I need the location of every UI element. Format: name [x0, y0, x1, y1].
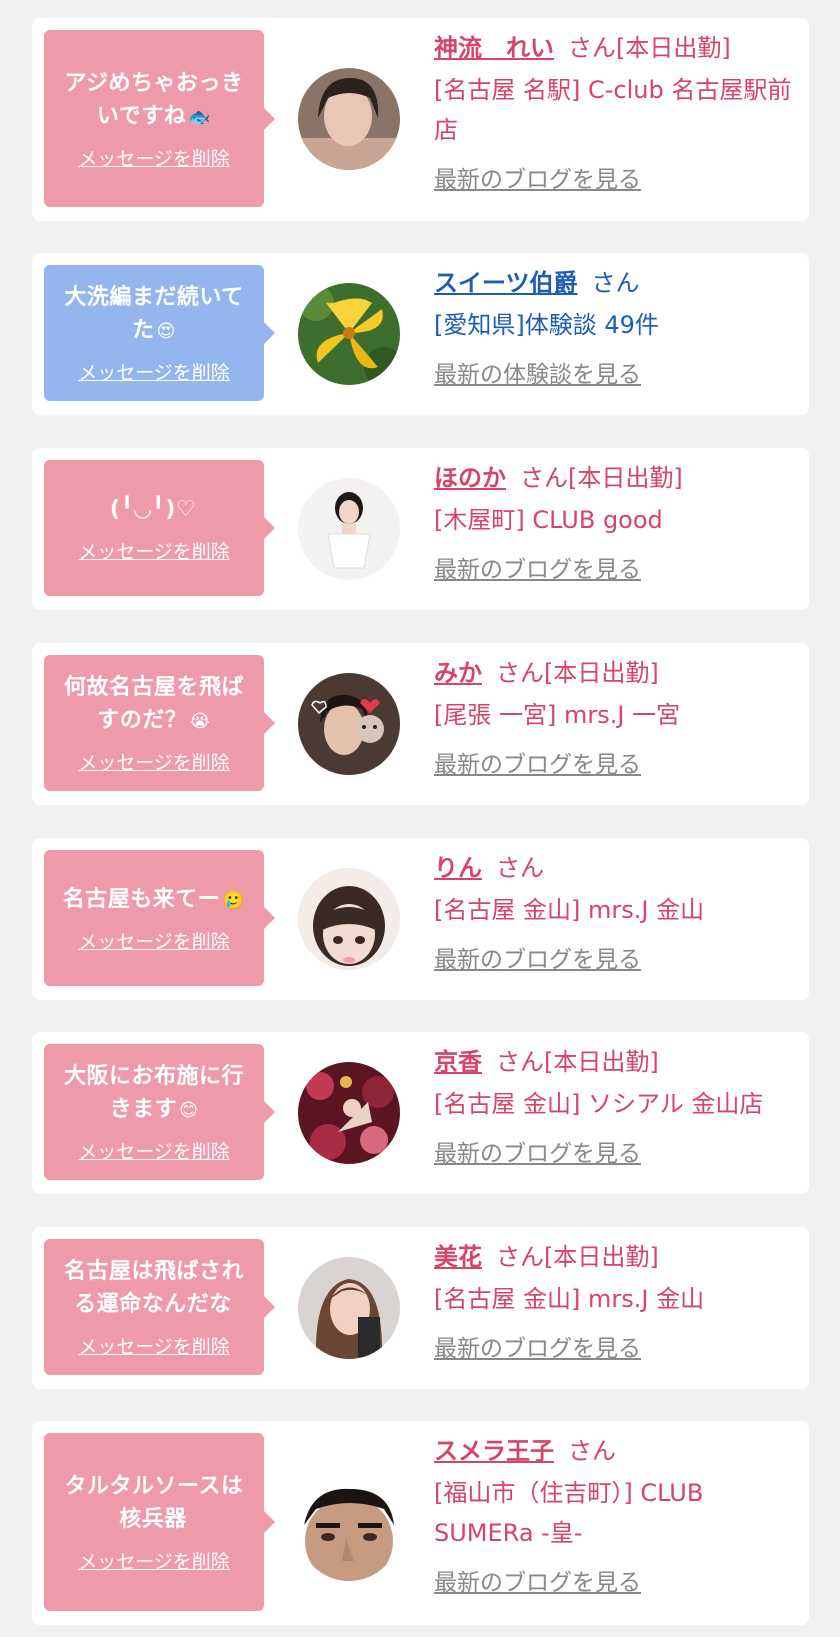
message-text: タルタルソースは核兵器: [64, 1474, 244, 1532]
message-card: 大洗編まだ続いてた 😍 メッセージを削除 スイーツ伯爵 さん [愛知県]体験談 49…: [32, 253, 809, 415]
name-suffix: さん: [591, 269, 640, 297]
profile-name-link[interactable]: 神流 れい: [434, 34, 554, 62]
message-card: 名古屋も来てー 🥲 メッセージを削除 りん さん [名古屋 金山] mrs.J 金山…: [32, 838, 809, 1000]
avatar[interactable]: [298, 1062, 400, 1164]
avatar[interactable]: [298, 68, 400, 170]
latest-blog-link[interactable]: 最新のブログを見る: [434, 1134, 641, 1168]
profile-name-link[interactable]: 京香: [434, 1048, 482, 1076]
message-text: アジめちゃおっきいですね 🐟: [64, 70, 244, 129]
profile-info: スイーツ伯爵 さん [愛知県]体験談 49件 最新の体験談を見る: [434, 265, 794, 389]
avatar[interactable]: [298, 478, 400, 580]
message-bubble: (╹◡╹)♡ メッセージを削除: [44, 460, 275, 596]
profile-name-link[interactable]: 美花: [434, 1243, 482, 1271]
message-text: (╹◡╹)♡: [109, 496, 197, 522]
name-suffix: さん[本日出勤]: [496, 659, 659, 687]
emoji-icon: 😍: [156, 321, 176, 342]
shop-text: [名古屋 名駅] C-club 名古屋駅前店: [434, 76, 792, 144]
message-card: (╹◡╹)♡ メッセージを削除 ほのか さん[本日出勤] [木屋町] CLUB g…: [32, 448, 809, 610]
profile-name-link[interactable]: りん: [434, 854, 482, 882]
name-suffix: さん[本日出勤]: [520, 464, 683, 492]
name-suffix: さん[本日出勤]: [568, 34, 731, 62]
latest-blog-link[interactable]: 最新のブログを見る: [434, 550, 641, 584]
profile-name-link[interactable]: スメラ王子: [434, 1437, 554, 1465]
delete-message-button[interactable]: メッセージを削除: [78, 927, 230, 954]
message-bubble: タルタルソースは核兵器 メッセージを削除: [44, 1433, 275, 1611]
message-bubble: 大洗編まだ続いてた 😍 メッセージを削除: [44, 265, 275, 401]
delete-message-button[interactable]: メッセージを削除: [78, 748, 230, 775]
delete-message-button[interactable]: メッセージを削除: [78, 358, 230, 385]
shop-text: [名古屋 金山] mrs.J 金山: [434, 1285, 705, 1313]
emoji-icon: 😊: [179, 1100, 199, 1121]
profile-name-link[interactable]: みか: [434, 659, 482, 687]
latest-blog-link[interactable]: 最新のブログを見る: [434, 745, 641, 779]
latest-review-link[interactable]: 最新の体験談を見る: [434, 355, 641, 389]
profile-info: スメラ王子 さん [福山市（住吉町）] CLUB SUMERa -皇- 最新のブロ…: [434, 1433, 794, 1597]
delete-message-button[interactable]: メッセージを削除: [78, 1332, 230, 1359]
message-bubble: 何故名古屋を飛ばすのだ？ 😭 メッセージを削除: [44, 655, 275, 791]
emoji-icon: 🐟: [188, 106, 212, 128]
message-card: 大阪にお布施に行きます 😊 メッセージを削除 京香 さん[本日出勤] [名古屋 金山…: [32, 1032, 809, 1194]
latest-blog-link[interactable]: 最新のブログを見る: [434, 1329, 641, 1363]
profile-name-link[interactable]: スイーツ伯爵: [434, 269, 578, 297]
emoji-icon: 😭: [189, 711, 211, 732]
delete-message-button[interactable]: メッセージを削除: [78, 144, 230, 171]
delete-message-button[interactable]: メッセージを削除: [78, 1547, 230, 1574]
profile-info: 神流 れい さん[本日出勤] [名古屋 名駅] C-club 名古屋駅前店 最新の…: [434, 30, 794, 194]
avatar[interactable]: [298, 1479, 400, 1581]
latest-blog-link[interactable]: 最新のブログを見る: [434, 160, 641, 194]
shop-text: [名古屋 金山] ソシアル 金山店: [434, 1090, 764, 1118]
shop-text: [木屋町] CLUB good: [434, 506, 663, 534]
message-bubble: 名古屋は飛ばされる運命なんだな メッセージを削除: [44, 1239, 275, 1375]
shop-text: [尾張 一宮] mrs.J 一宮: [434, 701, 681, 729]
profile-info: みか さん[本日出勤] [尾張 一宮] mrs.J 一宮 最新のブログを見る: [434, 655, 794, 779]
message-text: 名古屋も来てー 🥲: [62, 886, 246, 912]
message-text: 大阪にお布施に行きます 😊: [63, 1064, 244, 1122]
message-card: 名古屋は飛ばされる運命なんだな メッセージを削除 美花 さん[本日出勤] [名古屋…: [32, 1227, 809, 1389]
shop-text: [愛知県]体験談 49件: [434, 311, 659, 339]
name-suffix: さん: [496, 854, 544, 882]
message-text: 大洗編まだ続いてた 😍: [64, 285, 244, 343]
latest-blog-link[interactable]: 最新のブログを見る: [434, 940, 641, 974]
message-bubble: アジめちゃおっきいですね 🐟 メッセージを削除: [44, 30, 275, 207]
profile-info: りん さん [名古屋 金山] mrs.J 金山 最新のブログを見る: [434, 850, 794, 974]
avatar[interactable]: [298, 283, 400, 385]
avatar[interactable]: [298, 673, 400, 775]
avatar[interactable]: [298, 1257, 400, 1359]
message-card: 何故名古屋を飛ばすのだ？ 😭 メッセージを削除 みか さん[本日出勤] [尾張 一宮…: [32, 643, 809, 805]
profile-info: 美花 さん[本日出勤] [名古屋 金山] mrs.J 金山 最新のブログを見る: [434, 1239, 794, 1363]
profile-name-link[interactable]: ほのか: [434, 464, 506, 492]
delete-message-button[interactable]: メッセージを削除: [78, 537, 230, 564]
message-bubble: 名古屋も来てー 🥲 メッセージを削除: [44, 850, 275, 986]
shop-text: [名古屋 金山] mrs.J 金山: [434, 896, 705, 924]
message-bubble: 大阪にお布施に行きます 😊 メッセージを削除: [44, 1044, 275, 1180]
delete-message-button[interactable]: メッセージを削除: [78, 1137, 230, 1164]
message-card: タルタルソースは核兵器 メッセージを削除 スメラ王子 さん [福山市（住吉町）] …: [32, 1421, 809, 1625]
message-text: 名古屋は飛ばされる運命なんだな: [63, 1259, 244, 1317]
emoji-icon: 🥲: [222, 889, 246, 911]
name-suffix: さん[本日出勤]: [496, 1243, 659, 1271]
name-suffix: さん[本日出勤]: [496, 1048, 659, 1076]
name-suffix: さん: [568, 1437, 616, 1465]
avatar[interactable]: [298, 868, 400, 970]
shop-text: [福山市（住吉町）] CLUB SUMERa -皇-: [434, 1479, 704, 1547]
message-card: アジめちゃおっきいですね 🐟 メッセージを削除 神流 れい さん[本日出勤] [名古…: [32, 18, 809, 221]
latest-blog-link[interactable]: 最新のブログを見る: [434, 1563, 641, 1597]
profile-info: 京香 さん[本日出勤] [名古屋 金山] ソシアル 金山店 最新のブログを見る: [434, 1044, 794, 1168]
message-text: 何故名古屋を飛ばすのだ？ 😭: [63, 675, 244, 733]
profile-info: ほのか さん[本日出勤] [木屋町] CLUB good 最新のブログを見る: [434, 460, 794, 584]
message-list: アジめちゃおっきいですね 🐟 メッセージを削除 神流 れい さん[本日出勤] [名古…: [0, 0, 840, 1637]
